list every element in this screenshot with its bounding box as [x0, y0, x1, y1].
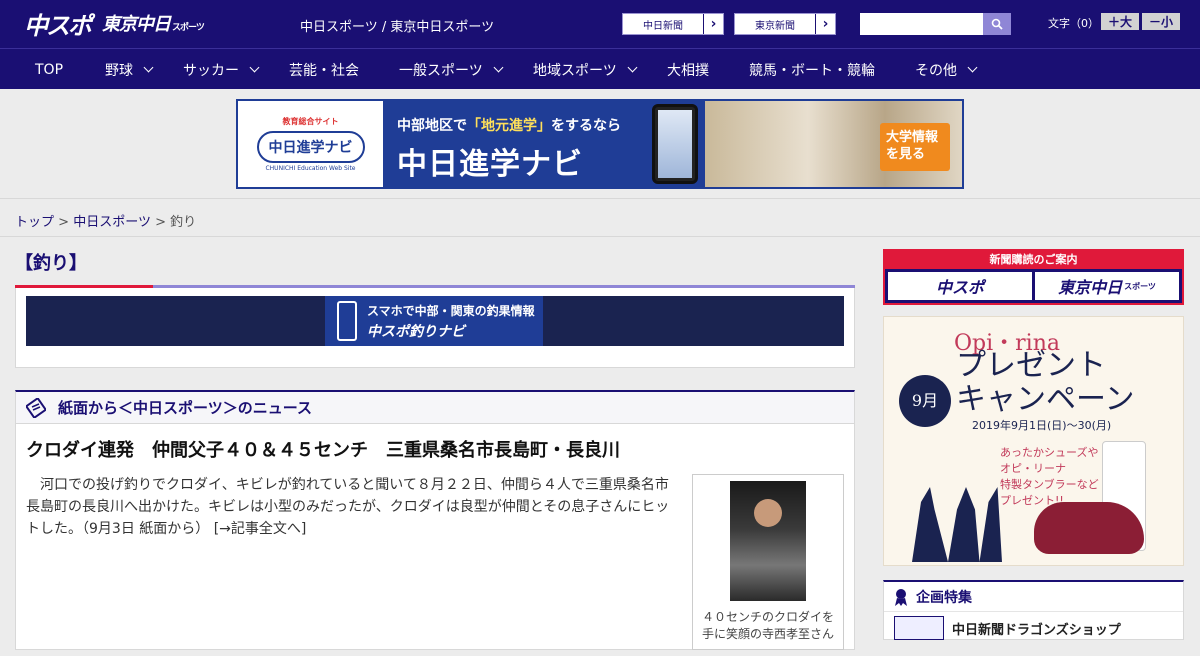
chevron-right-icon: › [815, 14, 835, 34]
banner-cta[interactable]: 大学情報を見る [880, 123, 950, 171]
feature-thumbnail [894, 616, 944, 640]
shoe-image [1034, 502, 1144, 554]
nav-item-sumo[interactable]: 大相撲 [667, 49, 709, 90]
nav-item-other[interactable]: その他 [915, 49, 978, 90]
nav-item-soccer[interactable]: サッカー [183, 49, 260, 90]
students-photo: 大学情報を見る [705, 101, 962, 187]
tsuri-navi-banner[interactable]: スマホで中部・関東の釣果情報 中スポ釣りナビ [325, 296, 543, 346]
breadcrumb: トップ > 中日スポーツ > 釣り [0, 199, 1200, 237]
month-badge: 9月 [899, 375, 951, 427]
search-icon [991, 18, 1003, 30]
nav-item-racing[interactable]: 競馬・ボート・競輪 [749, 49, 875, 90]
subscription-box: 新聞購読のご案内 中スポ 東京中日 スポーツ [883, 249, 1184, 305]
tokyo-chunichi-logo[interactable]: 東京中日 スポーツ [102, 10, 205, 36]
feature-section: 企画特集 中日新聞ドラゴンズショップ [883, 580, 1184, 640]
main-content: 【釣り】 スマホで中部・関東の釣果情報 中スポ釣りナビ 紙面から＜中日スポーツ＞… [15, 249, 855, 650]
subscribe-tokyo-chunichi-button[interactable]: 東京中日 スポーツ [1035, 272, 1179, 300]
banner-copy: 中部地区で「地元進学」をするなら 中日進学ナビ [383, 101, 645, 187]
news-header: 紙面から＜中日スポーツ＞のニュース [16, 392, 854, 424]
photo-caption: ４０センチのクロダイを手に笑顔の寺西孝至さん [701, 610, 834, 641]
rabbit-illustration [912, 487, 1002, 562]
site-logo[interactable]: 中スポ 東京中日 スポーツ [24, 9, 205, 40]
chevron-down-icon [143, 62, 154, 72]
banner-logo: 教育総合サイト 中日進学ナビ CHUNICHI Education Web Si… [238, 101, 383, 187]
chuspo-logo[interactable]: 中スポ [24, 6, 92, 41]
search-input[interactable] [860, 13, 983, 35]
feature-item[interactable]: 中日新聞ドラゴンズショップ [884, 612, 1183, 644]
article-summary: 河口での投げ釣りでクロダイ、キビレが釣れていると聞いて８月２２日、仲間ら４人で三… [26, 477, 670, 537]
title-underline [15, 285, 855, 288]
feature-header: 企画特集 [884, 582, 1183, 612]
search-button[interactable] [983, 13, 1011, 35]
page-title: 【釣り】 [15, 253, 87, 274]
ribbon-icon [895, 588, 907, 606]
font-larger-button[interactable]: ＋大 [1101, 13, 1139, 30]
news-section: 紙面から＜中日スポーツ＞のニュース クロダイ連発 仲間父子４０＆４５センチ 三重… [15, 390, 855, 650]
font-size-label: 文字（0） [1048, 17, 1099, 30]
smartphone-icon [337, 301, 357, 341]
chunichi-shimbun-link[interactable]: 中日新聞 › [622, 13, 724, 35]
subscribe-chuspo-button[interactable]: 中スポ [888, 272, 1032, 300]
chevron-down-icon [627, 62, 638, 72]
chevron-down-icon [967, 62, 978, 72]
article-body: 河口での投げ釣りでクロダイ、キビレが釣れていると聞いて８月２２日、仲間ら４人で三… [16, 468, 854, 656]
tsuri-navi-box: スマホで中部・関東の釣果情報 中スポ釣りナビ [15, 288, 855, 368]
article-figure: ４０センチのクロダイを手に笑顔の寺西孝至さん [692, 474, 844, 650]
breadcrumb-current: 釣り [170, 215, 197, 230]
nav-item-local-sports[interactable]: 地域スポーツ [533, 49, 638, 90]
sidebar: 新聞購読のご案内 中スポ 東京中日 スポーツ Opi・rina 9月 プレゼントキ… [883, 249, 1184, 640]
chevron-down-icon [249, 62, 260, 72]
tokyo-shimbun-link[interactable]: 東京新聞 › [734, 13, 836, 35]
banner-area: 教育総合サイト 中日進学ナビ CHUNICHI Education Web Si… [0, 89, 1200, 199]
read-more-link[interactable]: [→記事全文へ] [214, 521, 307, 537]
breadcrumb-top[interactable]: トップ [15, 215, 54, 230]
nav-item-top[interactable]: TOP [35, 49, 63, 90]
main-nav: TOP 野球 サッカー 芸能・社会 一般スポーツ 地域スポーツ 大相撲 競馬・ボ… [0, 48, 1200, 89]
chevron-right-icon: › [703, 14, 723, 34]
nav-item-baseball[interactable]: 野球 [105, 49, 154, 90]
nav-item-entertainment[interactable]: 芸能・社会 [289, 49, 359, 90]
shingaku-navi-banner[interactable]: 教育総合サイト 中日進学ナビ CHUNICHI Education Web Si… [236, 99, 964, 189]
opirina-promo-ad[interactable]: Opi・rina 9月 プレゼント キャンペーン 2019年9月1日(日)〜30(… [883, 316, 1184, 566]
top-header: 中スポ 東京中日 スポーツ 中日スポーツ / 東京中日スポーツ 中日新聞 › 東京… [0, 0, 1200, 48]
font-smaller-button[interactable]: －小 [1142, 13, 1180, 30]
nav-item-general-sports[interactable]: 一般スポーツ [399, 49, 504, 90]
newspaper-icon [26, 397, 46, 418]
smartphone-image [645, 101, 705, 187]
article-photo[interactable] [730, 481, 806, 601]
subscription-heading: 新聞購読のご案内 [885, 251, 1182, 269]
chevron-down-icon [493, 62, 504, 72]
site-title: 中日スポーツ / 東京中日スポーツ [300, 20, 495, 35]
breadcrumb-section[interactable]: 中日スポーツ [73, 215, 151, 230]
article-title[interactable]: クロダイ連発 仲間父子４０＆４５センチ 三重県桑名市長島町・長良川 [16, 424, 854, 468]
